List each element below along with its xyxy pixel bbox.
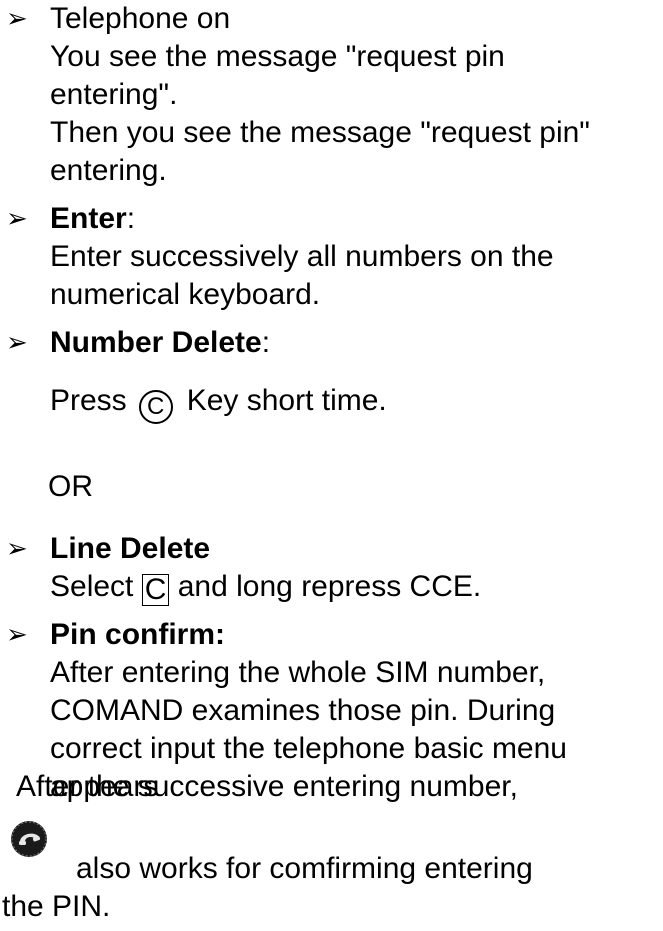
list-item-body: Number Delete: Press C Key short time.	[50, 324, 660, 424]
item-text: COMAND examines those pin. During	[50, 694, 556, 727]
arrowhead-bullet-icon: ➢	[6, 328, 28, 358]
item-text: You see the message "request pin	[50, 40, 505, 73]
list-item-body: Enter: Enter successively all numbers on…	[50, 200, 660, 314]
item-text-press: Press C Key short time.	[50, 382, 660, 424]
item-heading-bold: Pin confirm:	[50, 618, 226, 651]
item-text: correct input the telephone basic menu	[50, 732, 567, 765]
footer-line-2: also works for comfirming entering	[76, 852, 533, 885]
or-label: OR	[48, 470, 93, 503]
item-heading-colon: :	[261, 326, 271, 359]
press-label: Press	[50, 384, 127, 417]
arrowhead-bullet-icon: ➢	[6, 204, 28, 234]
item-heading: Telephone on	[50, 2, 231, 35]
item-heading: Pin confirm:	[50, 616, 660, 654]
item-heading: Line Delete	[50, 530, 660, 568]
list-item-body: Telephone on You see the message "reques…	[50, 0, 660, 190]
select-suffix: and long repress CCE.	[177, 570, 482, 603]
footer-line-3: the PIN.	[2, 890, 111, 923]
item-text: entering".	[50, 78, 178, 111]
c-key-circle-icon: C	[138, 390, 173, 424]
item-text: numerical keyboard.	[50, 278, 321, 311]
item-heading-bold: Line Delete	[50, 532, 211, 565]
arrowhead-bullet-icon: ➢	[6, 620, 28, 650]
press-suffix: Key short time.	[186, 384, 387, 417]
c-key-box-icon: C	[141, 574, 170, 606]
select-label: Select	[50, 570, 134, 603]
item-text-select: Select C and long repress CCE.	[50, 568, 660, 606]
item-heading: Number Delete:	[50, 324, 660, 362]
list-item-body: Line Delete Select C and long repress CC…	[50, 530, 660, 606]
item-heading-bold: Enter	[50, 202, 127, 235]
item-text: Enter successively all numbers on the	[50, 240, 554, 273]
item-text: entering.	[50, 154, 167, 187]
item-heading-bold: Number Delete	[50, 326, 262, 359]
item-text: After entering the whole SIM number,	[50, 656, 546, 689]
item-text: Then you see the message "request pin"	[50, 116, 590, 149]
footer-line-1: After the successive entering number,	[16, 770, 518, 803]
phone-icon	[11, 821, 47, 857]
item-heading: Enter:	[50, 200, 660, 238]
arrowhead-bullet-icon: ➢	[6, 4, 28, 34]
item-heading-colon: :	[126, 202, 136, 235]
arrowhead-bullet-icon: ➢	[6, 534, 28, 564]
